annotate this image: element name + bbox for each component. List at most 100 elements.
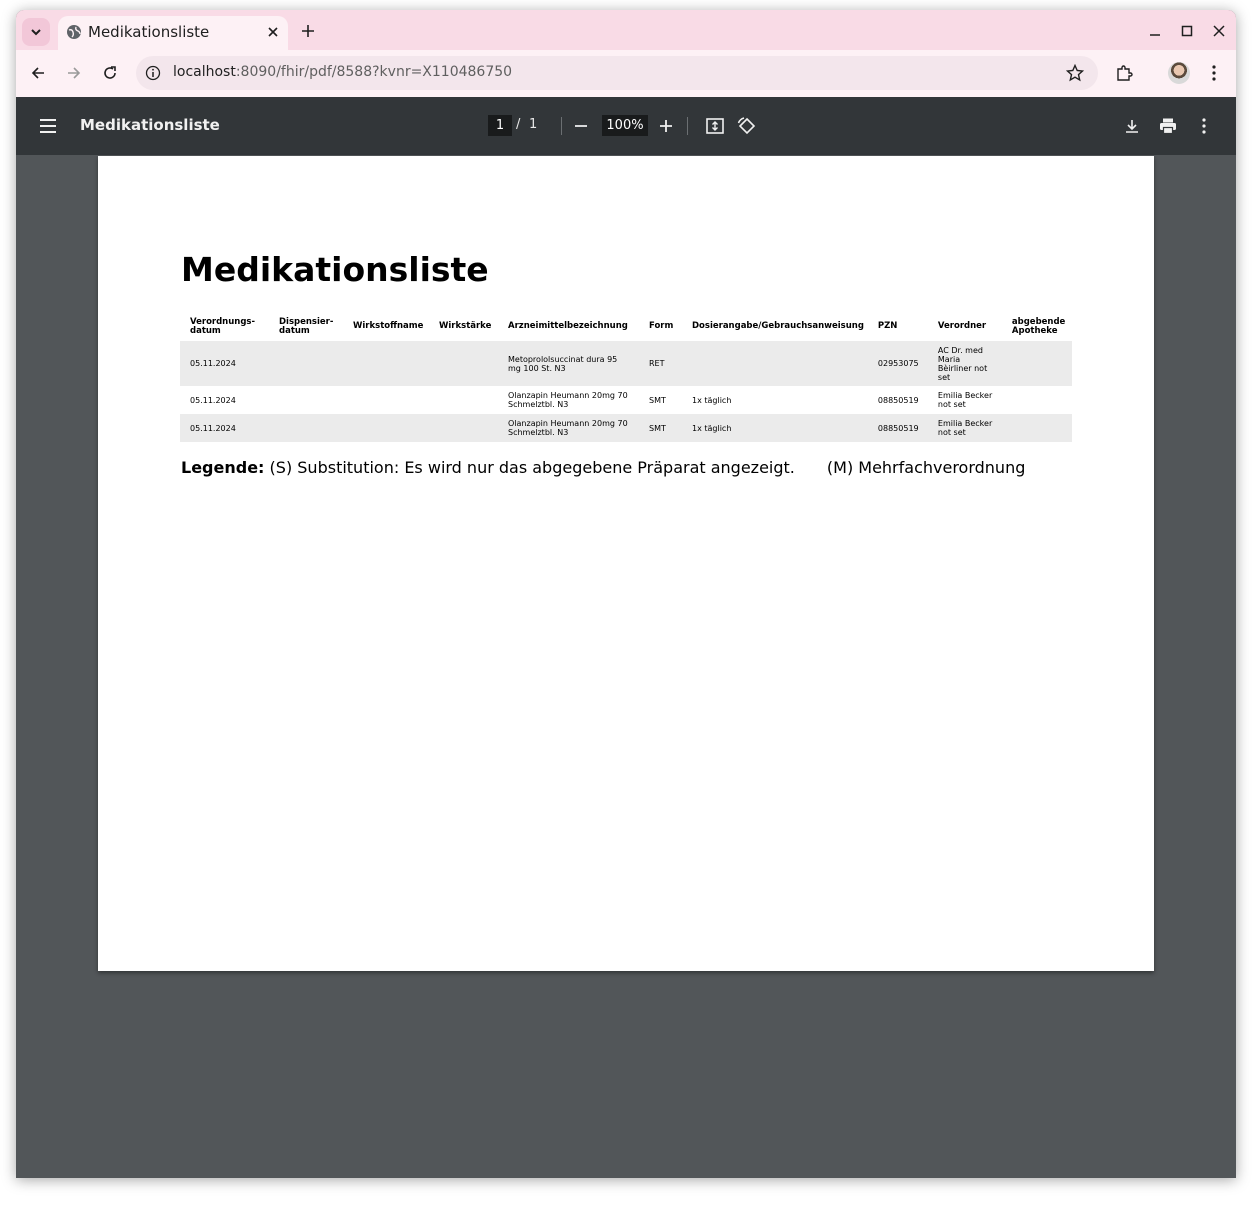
more-vert-icon	[1202, 118, 1206, 134]
zoom-out-button[interactable]	[570, 115, 592, 137]
address-bar[interactable]: localhost:8090/fhir/pdf/8588?kvnr=X11048…	[136, 56, 1098, 90]
page-separator: /	[516, 117, 521, 132]
column-header: Arzneimittelbezeichnung	[508, 321, 628, 331]
table-cell: 08850519	[877, 423, 919, 433]
close-icon	[1213, 25, 1225, 37]
new-tab-button[interactable]	[298, 21, 318, 41]
browser-menu-button[interactable]	[1204, 63, 1224, 83]
table-header-row: Verordnungs-datum Dispensier-datum Wirks…	[180, 313, 1072, 341]
table-cell	[429, 386, 498, 414]
star-icon[interactable]	[1066, 64, 1084, 82]
table-cell	[269, 414, 343, 442]
table-cell	[429, 341, 498, 386]
table-cell: 05.11.2024	[190, 395, 236, 405]
table-cell: Metoprololsuccinat dura 95 mg 100 St. N3	[508, 354, 618, 373]
medication-table: Verordnungs-datum Dispensier-datum Wirks…	[180, 313, 1072, 442]
reload-button[interactable]	[100, 63, 120, 83]
minimize-button[interactable]	[1146, 22, 1164, 40]
menu-icon[interactable]	[38, 116, 58, 136]
print-icon	[1160, 118, 1176, 135]
legend-mehrfach: (M) Mehrfachverordnung	[826, 458, 1026, 477]
document-title: Medikationsliste	[181, 250, 489, 289]
fit-page-icon	[706, 118, 724, 134]
tab-strip: Medikationsliste	[16, 10, 1236, 50]
zoom-input[interactable]: 100%	[602, 115, 648, 136]
back-button[interactable]	[28, 63, 48, 83]
table-cell	[269, 386, 343, 414]
table-cell: 1x täglich	[692, 395, 732, 405]
column-header: Dispensier-datum	[279, 316, 334, 336]
minus-icon	[575, 125, 587, 127]
column-header: abgebende Apotheke	[1011, 316, 1066, 336]
legend-substitution: (S) Substitution: Es wird nur das abgege…	[269, 458, 795, 477]
browser-tab[interactable]: Medikationsliste	[58, 16, 288, 50]
minimize-icon	[1150, 34, 1160, 36]
url-path: :8090/fhir/pdf/8588?kvnr=X110486750	[235, 64, 513, 80]
url-text[interactable]: localhost:8090/fhir/pdf/8588?kvnr=X11048…	[173, 64, 512, 80]
puzzle-icon	[1117, 65, 1133, 81]
info-icon	[145, 65, 161, 81]
column-header: Dosierangabe/Gebrauchsanweisung	[692, 321, 864, 331]
table-cell	[343, 386, 429, 414]
rotate-button[interactable]	[736, 115, 758, 137]
print-button[interactable]	[1157, 115, 1179, 137]
table-row: 05.11.2024 Olanzapin Heumann 20mg 70 Schm…	[180, 386, 1072, 414]
close-icon	[268, 27, 278, 37]
pdf-page: Medikationsliste Verordnungs-datum Dispe…	[98, 156, 1154, 971]
profile-avatar[interactable]	[1168, 62, 1190, 84]
reload-icon	[104, 66, 116, 79]
column-header: Wirkstoffname	[353, 321, 424, 331]
table-cell: Emilia Becker not set	[937, 419, 993, 437]
column-header: Verordner	[937, 321, 987, 331]
table-cell: SMT	[649, 423, 666, 433]
legend: Legende: (S) Substitution: Es wird nur d…	[181, 458, 1025, 477]
table-cell: 08850519	[877, 395, 919, 405]
extensions-button[interactable]	[1114, 63, 1134, 83]
close-window-button[interactable]	[1210, 22, 1228, 40]
browser-window: Medikationsliste localhost:8090/fhir/pdf…	[16, 10, 1236, 1178]
table-cell	[1002, 341, 1072, 386]
table-cell	[343, 414, 429, 442]
table-cell: AC Dr. med Maria Bèirliner not set	[937, 345, 988, 382]
plus-icon	[302, 25, 314, 37]
arrow-left-icon	[31, 67, 44, 79]
table-cell	[682, 341, 868, 386]
fit-page-button[interactable]	[704, 115, 726, 137]
table-cell	[343, 341, 429, 386]
maximize-icon	[1181, 25, 1193, 37]
column-header: Wirkstärke	[439, 321, 492, 331]
pdf-more-button[interactable]	[1193, 115, 1215, 137]
tab-close-button[interactable]	[264, 23, 282, 41]
rotate-icon	[737, 117, 756, 135]
column-header: PZN	[877, 321, 898, 331]
plus-icon	[660, 120, 672, 132]
table-cell: Emilia Becker not set	[937, 391, 993, 409]
page-number-input[interactable]: 1	[488, 115, 512, 136]
url-host: localhost	[173, 64, 236, 80]
arrow-right-icon	[68, 67, 81, 79]
table-cell	[429, 414, 498, 442]
forward-button[interactable]	[64, 63, 84, 83]
pdf-title: Medikationsliste	[80, 116, 220, 134]
table-row: 05.11.2024 Olanzapin Heumann 20mg 70 Schm…	[180, 414, 1072, 442]
download-button[interactable]	[1121, 115, 1143, 137]
toolbar-divider	[561, 117, 562, 135]
toolbar-divider	[687, 117, 688, 135]
legend-label: Legende:	[181, 458, 265, 477]
page-total: 1	[529, 117, 538, 132]
globe-icon	[67, 25, 81, 39]
column-header: Verordnungs-datum	[190, 316, 256, 336]
table-cell: 05.11.2024	[190, 423, 236, 433]
table-cell	[269, 341, 343, 386]
table-cell: 02953075	[877, 359, 919, 368]
browser-toolbar: localhost:8090/fhir/pdf/8588?kvnr=X11048…	[16, 50, 1236, 97]
zoom-in-button[interactable]	[655, 115, 677, 137]
maximize-button[interactable]	[1178, 22, 1196, 40]
chevron-down-icon	[31, 29, 41, 36]
table-cell: Olanzapin Heumann 20mg 70 Schmelztbl. N3	[508, 419, 628, 437]
more-vert-icon	[1212, 65, 1216, 81]
table-cell	[1002, 414, 1072, 442]
tab-search-button[interactable]	[22, 18, 50, 46]
table-cell: 05.11.2024	[190, 359, 236, 368]
download-icon	[1126, 120, 1138, 133]
